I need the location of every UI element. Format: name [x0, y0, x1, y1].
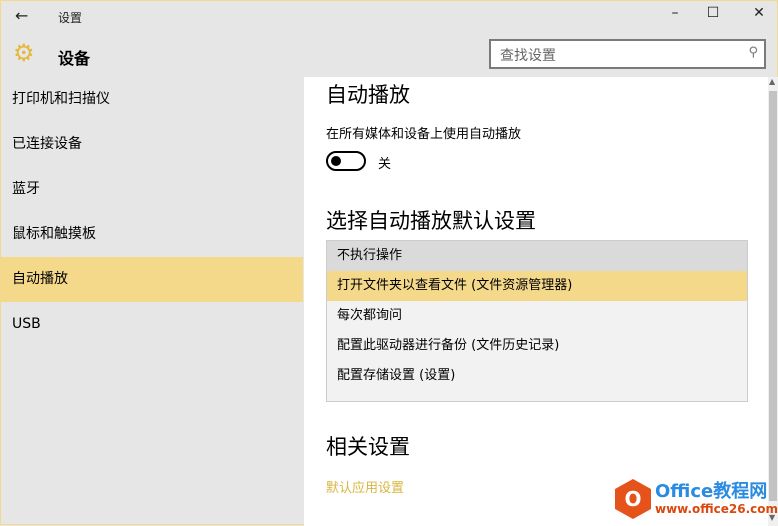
scroll-up-icon[interactable]: ▲: [769, 77, 775, 86]
sidebar-item-connected-devices[interactable]: 已连接设备: [1, 122, 303, 167]
sidebar: 打印机和扫描仪 已连接设备 蓝牙 鼠标和触摸板 自动播放 USB: [1, 77, 303, 526]
scrollbar-thumb[interactable]: [769, 91, 777, 501]
window-title: 设置: [58, 11, 83, 25]
autoplay-heading: 自动播放: [326, 83, 410, 107]
list-item[interactable]: 配置此驱动器进行备份 (文件历史记录): [327, 331, 747, 361]
close-button[interactable]: ✕: [744, 5, 774, 21]
list-item[interactable]: 配置存储设置 (设置): [327, 361, 747, 391]
search-placeholder: 查找设置: [500, 48, 556, 64]
scrollbar[interactable]: ▲ ▼: [768, 77, 778, 526]
sidebar-item-printers[interactable]: 打印机和扫描仪: [1, 77, 303, 122]
autoplay-toggle[interactable]: [326, 151, 366, 171]
sidebar-item-bluetooth[interactable]: 蓝牙: [1, 167, 303, 212]
related-heading: 相关设置: [326, 435, 410, 459]
watermark-logo: O Office教程网 www.office26.com: [615, 479, 778, 519]
sidebar-item-mouse-touchpad[interactable]: 鼠标和触摸板: [1, 212, 303, 257]
list-item[interactable]: 每次都询问: [327, 301, 747, 331]
list-item[interactable]: 不执行操作: [327, 241, 747, 271]
watermark-line1: Office教程网: [655, 481, 768, 502]
minimize-button[interactable]: –: [660, 5, 690, 21]
header: ⚙ 设备 查找设置 ⚲: [1, 33, 778, 75]
watermark-line2: www.office26.com: [655, 502, 778, 516]
sidebar-item-usb[interactable]: USB: [1, 302, 303, 347]
defaults-heading: 选择自动播放默认设置: [326, 209, 536, 233]
search-icon[interactable]: ⚲: [748, 45, 758, 60]
sidebar-item-autoplay[interactable]: 自动播放: [1, 257, 303, 302]
gear-icon: ⚙: [13, 39, 35, 67]
office-logo-icon: O: [615, 479, 651, 519]
title-bar: ← 设置 – ☐ ✕: [1, 1, 778, 33]
page-title: 设备: [58, 49, 91, 68]
toggle-state: 关: [378, 157, 392, 172]
autoplay-default-list[interactable]: 不执行操作 打开文件夹以查看文件 (文件资源管理器) 每次都询问 配置此驱动器进…: [326, 240, 748, 402]
default-apps-link[interactable]: 默认应用设置: [326, 477, 404, 496]
autoplay-label: 在所有媒体和设备上使用自动播放: [326, 127, 522, 142]
list-item[interactable]: 打开文件夹以查看文件 (文件资源管理器): [327, 271, 747, 301]
maximize-button[interactable]: ☐: [698, 5, 728, 21]
search-input[interactable]: 查找设置 ⚲: [489, 39, 766, 69]
back-button[interactable]: ←: [15, 6, 28, 25]
content-pane: 自动播放 在所有媒体和设备上使用自动播放 关 选择自动播放默认设置 不执行操作 …: [304, 77, 768, 526]
